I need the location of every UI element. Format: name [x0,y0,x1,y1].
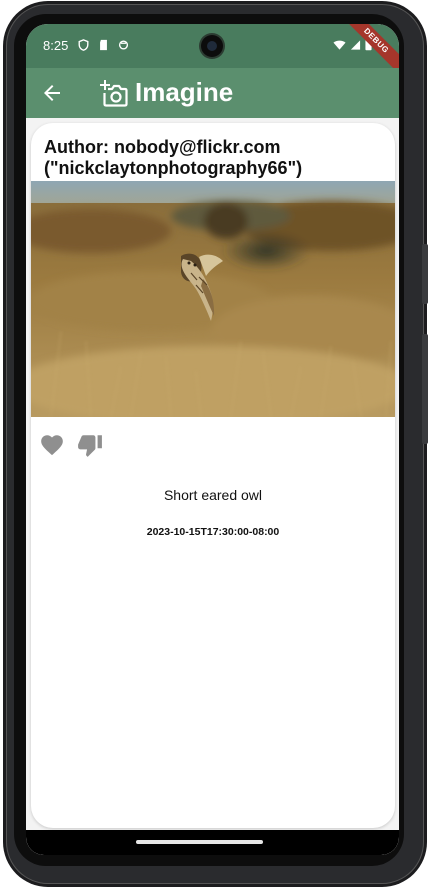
system-nav-bar [26,830,399,855]
action-row [39,432,103,458]
volume-button [422,334,428,444]
sync-icon [118,40,129,50]
status-time: 8:25 [43,38,69,53]
image-card: Author: nobody@flickr.com ("nickclaytonp… [31,123,395,828]
home-gesture-handle[interactable] [136,840,263,844]
heart-icon[interactable] [39,432,65,458]
power-button [422,244,428,304]
status-bar: 8:25 DEBUG [26,24,399,78]
wifi-icon [333,40,346,50]
owl-photo[interactable] [31,181,395,417]
app-bar: Imagine [26,68,399,118]
image-caption: Short eared owl [163,487,263,503]
photo-image [31,181,395,417]
shield-icon [78,39,89,51]
back-arrow-icon[interactable] [40,81,64,105]
author-username: ("nickclaytonphotography66") [44,158,303,178]
feed-content: Author: nobody@flickr.com ("nickclaytonp… [26,118,399,855]
front-camera [201,35,223,57]
page-title: Imagine [135,77,234,107]
device-screen: 8:25 DEBUG Imagine Author: nobody@flickr… [26,24,399,855]
signal-icon [350,39,361,50]
sd-card-icon [100,39,107,51]
thumb-down-icon[interactable] [77,432,103,458]
author-label: Author: nobody@flickr.com ("nickclaytonp… [44,137,384,179]
add-a-photo-icon [100,80,128,107]
image-timestamp: 2023-10-15T17:30:00-08:00 [146,526,280,538]
author-email: Author: nobody@flickr.com [44,137,281,157]
